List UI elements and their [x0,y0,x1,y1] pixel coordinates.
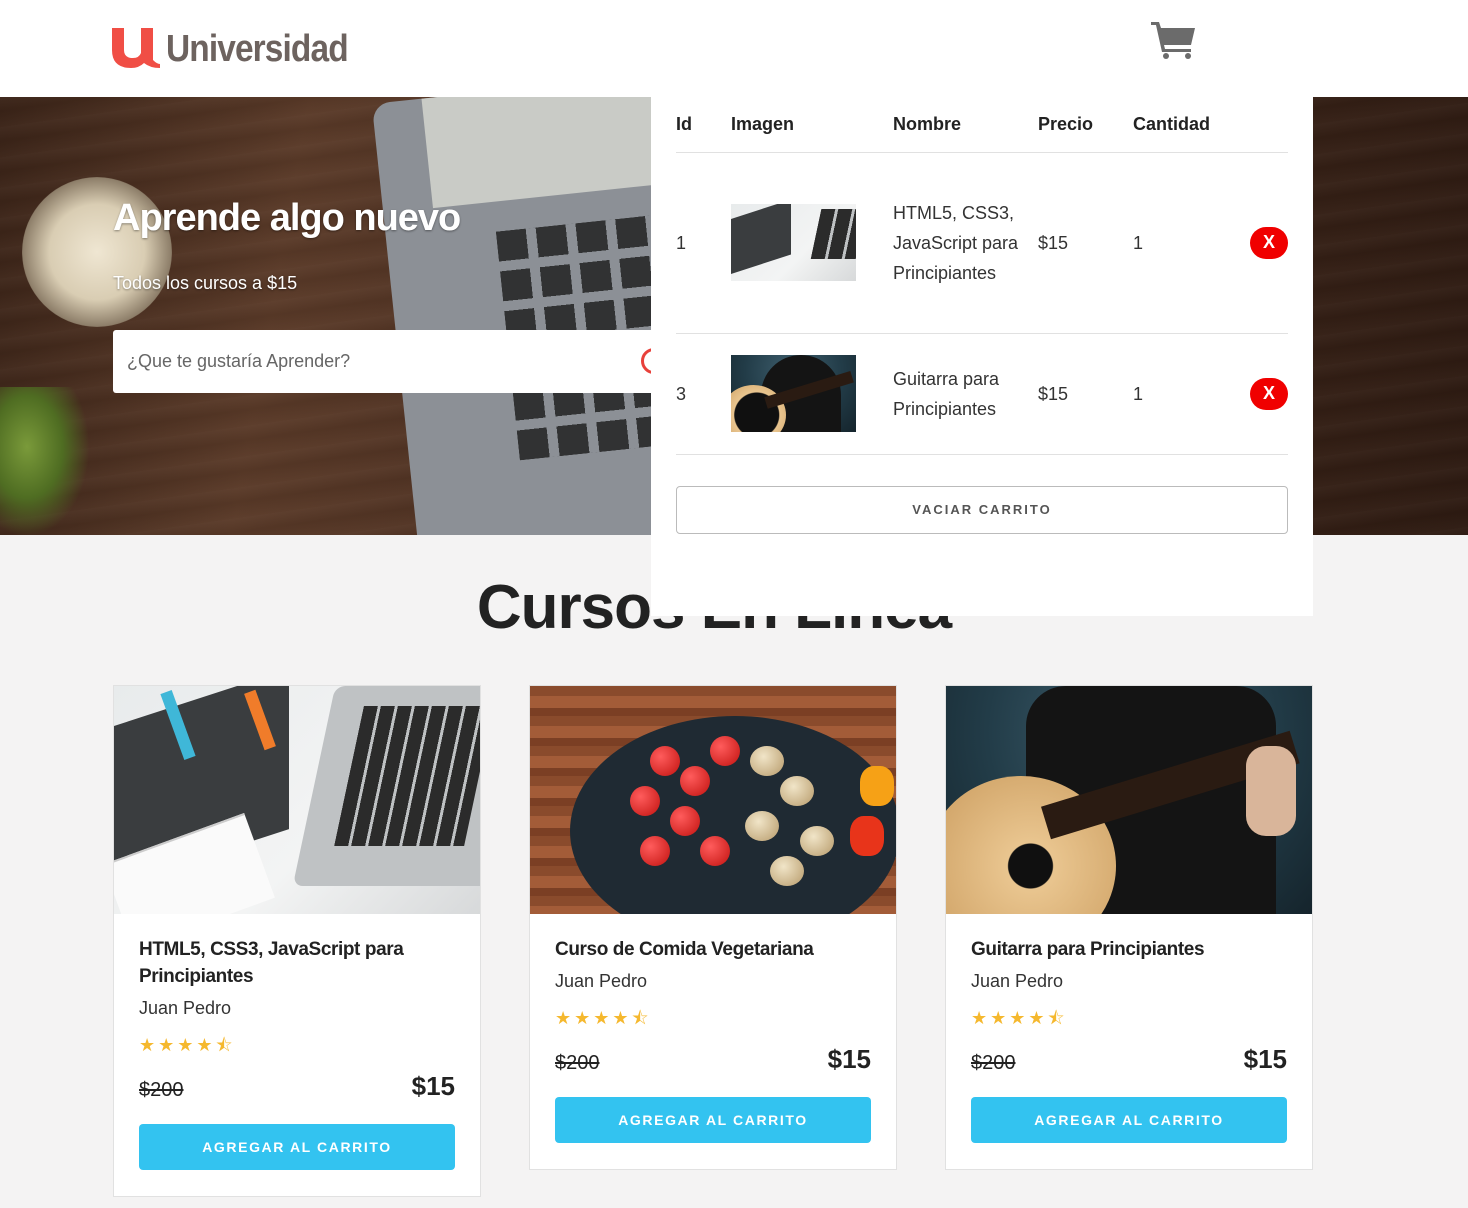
course-card: HTML5, CSS3, JavaScript para Principiant… [113,685,481,1197]
rating-stars-icon: ★★★★⯪ [555,1008,652,1028]
cart-header-row: Id Imagen Nombre Precio Cantidad [676,97,1288,153]
shopping-cart-icon[interactable] [1151,19,1197,59]
hero-subtitle: Todos los cursos a $15 [113,273,298,293]
logo-text: Universidad [166,28,349,70]
cart-item-name: Guitarra para Principiantes [893,333,1038,455]
price: $15 [827,1044,871,1074]
search-box [113,330,673,393]
hero-title: Aprende algo nuevo [113,197,461,239]
logo-u-icon [112,28,160,68]
course-title: Curso de Comida Vegetariana [555,939,814,960]
remove-item-button[interactable]: X [1250,226,1288,259]
course-author: Juan Pedro [971,971,1064,991]
old-price: $200 [139,1079,184,1101]
price: $15 [1243,1044,1287,1074]
cart-dropdown: Id Imagen Nombre Precio Cantidad 1 HTML5… [651,97,1313,616]
old-price: $200 [555,1052,600,1074]
cart-row: 1 HTML5, CSS3, JavaScript para Principia… [676,152,1288,334]
empty-cart-button[interactable]: VACIAR CARRITO [676,485,1288,534]
cart-item-quantity: 1 [1133,333,1243,455]
course-image-guitar [946,686,1312,914]
course-card: Curso de Comida Vegetariana Juan Pedro ★… [529,685,897,1170]
cart-item-image [731,355,856,432]
plant-image [0,387,90,535]
cart-row: 3 Guitarra para Principiantes $15 1 X [676,333,1288,455]
column-header-quantity: Cantidad [1133,97,1243,153]
logo[interactable]: Universidad [112,20,373,68]
column-header-price: Precio [1038,97,1133,153]
cart-item-price: $15 [1038,333,1133,455]
cart-item-quantity: 1 [1133,152,1243,334]
course-author: Juan Pedro [555,971,648,991]
course-image-html-css [114,686,480,914]
add-to-cart-button[interactable]: AGREGAR AL CARRITO [555,1097,871,1143]
cart-table: Id Imagen Nombre Precio Cantidad 1 HTML5… [676,97,1288,455]
course-title: HTML5, CSS3, JavaScript para Principiant… [139,939,404,987]
price: $15 [411,1071,455,1101]
cart-item-name: HTML5, CSS3, JavaScript para Principiant… [893,152,1038,334]
rating-stars-icon: ★★★★⯪ [971,1008,1068,1028]
column-header-id: Id [676,97,731,153]
course-author: Juan Pedro [139,998,232,1018]
site-header: Universidad [0,0,1468,97]
course-card: Guitarra para Principiantes Juan Pedro ★… [945,685,1313,1170]
add-to-cart-button[interactable]: AGREGAR AL CARRITO [139,1124,455,1170]
old-price: $200 [971,1052,1016,1074]
cart-item-price: $15 [1038,152,1133,334]
search-input[interactable] [113,330,673,393]
cart-item-id: 1 [676,152,731,334]
column-header-image: Imagen [731,97,893,153]
add-to-cart-button[interactable]: AGREGAR AL CARRITO [971,1097,1287,1143]
course-image-vegetarian [530,686,896,914]
cart-item-image [731,204,856,281]
course-title: Guitarra para Principiantes [971,939,1205,960]
remove-item-button[interactable]: X [1250,377,1288,410]
column-header-name: Nombre [893,97,1038,153]
cart-item-id: 3 [676,333,731,455]
rating-stars-icon: ★★★★⯪ [139,1035,236,1055]
